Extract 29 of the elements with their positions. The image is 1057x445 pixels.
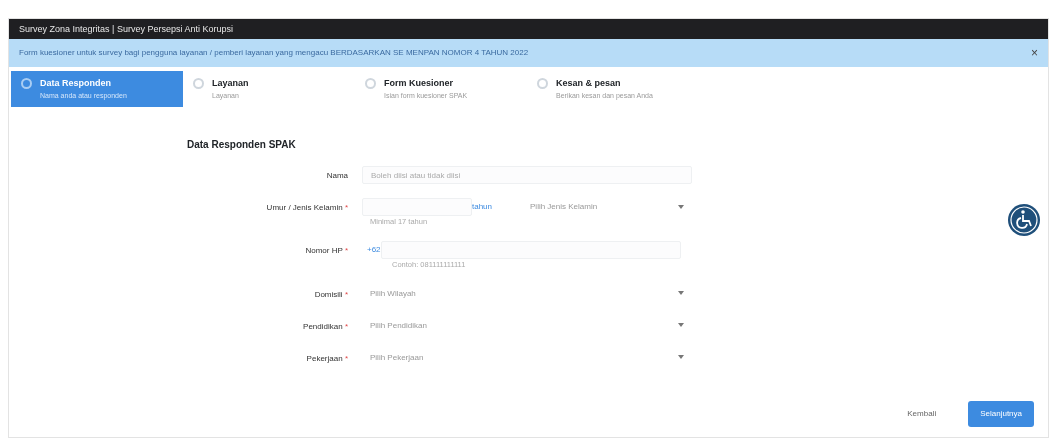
select-field[interactable]: Pilih Wilayah xyxy=(362,284,692,303)
unit-label: tahun xyxy=(472,201,493,213)
step-indicator-icon xyxy=(193,78,204,89)
select-field[interactable]: Pilih Jenis Kelamin xyxy=(522,198,693,216)
required-mark: * xyxy=(344,289,348,299)
select-field[interactable]: Pilih Pendidikan xyxy=(362,316,692,335)
field-label: Nomor HP xyxy=(305,246,343,256)
select-field[interactable]: Pilih Pekerjaan xyxy=(362,348,692,367)
required-mark: * xyxy=(344,321,348,331)
step-indicator-icon xyxy=(537,78,548,89)
step-indicator-icon xyxy=(21,78,32,89)
window-title: Survey Zona Integritas | Survey Persepsi Anti Korupsi xyxy=(9,19,1048,39)
close-button[interactable]: × xyxy=(1031,47,1038,59)
form-heading: Data Responden SPAK xyxy=(187,138,297,152)
required-mark: * xyxy=(344,246,348,256)
step-indicator-icon xyxy=(365,78,376,89)
back-button[interactable]: Kembali xyxy=(901,407,943,421)
required-mark: * xyxy=(344,203,348,212)
field-label: Nama xyxy=(326,171,348,180)
field-label: Pendidikan xyxy=(303,321,343,331)
accessibility-icon[interactable] xyxy=(1007,203,1041,237)
alert-message: Form kuesioner untuk survey bagi pengguna layanan / pemberi layanan yang mengacu BERDASARKAN SE MENPAN NOMOR 4 TAHUN 2022 xyxy=(19,47,529,59)
required-mark: * xyxy=(344,353,348,363)
field-label: Pekerjaan xyxy=(306,353,343,363)
name-field[interactable]: Boleh diisi atau tidak diisi xyxy=(362,166,692,184)
next-button[interactable]: Selanjutnya xyxy=(968,401,1034,427)
field-label: Domisili xyxy=(314,289,343,299)
phone-prefix: +62 xyxy=(366,243,381,256)
field-label: Umur / Jenis Kelamin xyxy=(266,203,343,212)
